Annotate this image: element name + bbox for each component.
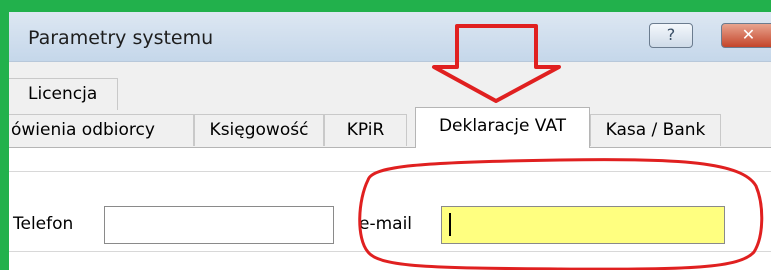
tab-deklaracje-vat[interactable]: Deklaracje VAT	[415, 107, 590, 148]
question-mark-icon: ?	[666, 25, 676, 44]
telefon-field[interactable]	[104, 206, 334, 244]
tab-ksiegowosc[interactable]: Księgowość	[194, 114, 324, 146]
dialog-client-area: Licencja ówienia odbiorcy Księgowość KPi…	[9, 62, 771, 270]
group-separator	[9, 251, 771, 252]
dialog-window: Parametry systemu ? ✕ Licencja ówienia o…	[9, 12, 771, 270]
telefon-label: Telefon	[13, 214, 74, 234]
email-label: e-mail	[359, 214, 413, 234]
group-separator	[9, 171, 771, 172]
title-bar: Parametry systemu ? ✕	[9, 12, 771, 62]
tab-kpir[interactable]: KPiR	[324, 114, 407, 146]
email-field[interactable]	[441, 206, 725, 244]
text-cursor	[449, 213, 451, 236]
close-button[interactable]: ✕	[721, 23, 771, 48]
close-icon: ✕	[741, 25, 756, 44]
window-title: Parametry systemu	[28, 27, 214, 49]
help-button[interactable]: ?	[649, 23, 693, 48]
tab-kasa-bank[interactable]: Kasa / Bank	[590, 114, 721, 146]
tab-licencja[interactable]: Licencja	[9, 78, 118, 110]
tab-zamowienia-odbiorcy[interactable]: ówienia odbiorcy	[9, 114, 194, 146]
